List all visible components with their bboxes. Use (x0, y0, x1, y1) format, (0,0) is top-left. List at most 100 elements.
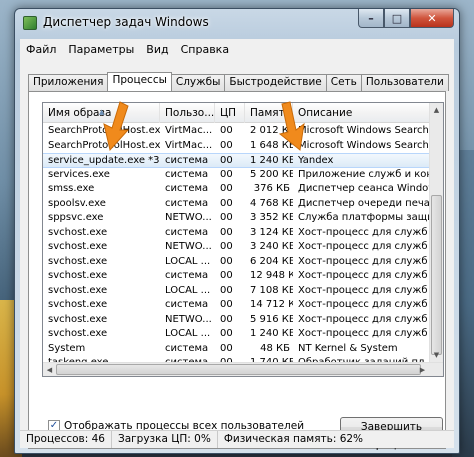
process-user-cell: система (165, 183, 209, 194)
status-process-count: Процессов: 46 (20, 431, 112, 448)
process-description-cell: Yandex (298, 155, 334, 166)
process-description-cell: Хост-процесс для служб W (298, 270, 431, 281)
table-row[interactable]: svchost.exe система 00 14 712 КБ Хост-процес… (43, 298, 431, 313)
process-description-cell: Диспетчер очереди печат (298, 197, 431, 209)
process-name-cell: sppsvc.exe (48, 212, 104, 223)
table-row[interactable]: services.exe система 00 5 200 КБ Приложение … (43, 168, 431, 183)
column-header-description[interactable]: Описание (293, 103, 431, 123)
horizontal-scrollbar[interactable]: ◀ ▶ (43, 362, 443, 376)
menu-file[interactable]: Файл (20, 43, 62, 56)
process-cpu-cell: 00 (220, 183, 233, 194)
table-row[interactable]: service_update.exe *32 система 00 1 240 КБ Y… (43, 153, 429, 168)
table-row[interactable]: smss.exe система 00 376 КБ Диспетчер сеанса … (43, 182, 431, 197)
process-cpu-cell: 00 (220, 212, 233, 223)
process-name-cell: svchost.exe (48, 284, 108, 296)
process-user-cell: LOCAL ... (165, 284, 211, 296)
process-description-cell: Хост-процесс для служб W (298, 241, 431, 252)
process-name-cell: svchost.exe (48, 226, 108, 238)
table-row[interactable]: svchost.exe LOCAL ... 00 1 240 КБ Хост-проце… (43, 327, 431, 342)
process-memory-cell: 3 240 КБ (250, 241, 293, 252)
close-button[interactable]: ✕ (410, 9, 454, 28)
process-cpu-cell: 00 (220, 241, 233, 252)
maximize-button[interactable]: □ (384, 9, 410, 28)
status-physical-memory: Физическая память: 62% (223, 433, 364, 445)
table-row[interactable]: svchost.exe NETWO... 00 5 916 КБ Хост-процес… (43, 313, 431, 328)
tab-users[interactable]: Пользователи (360, 74, 449, 91)
column-header-user[interactable]: Пользо... (160, 103, 215, 123)
process-memory-cell: 7 108 КБ (250, 284, 293, 296)
process-user-cell: система (165, 270, 209, 281)
process-user-cell: система (165, 168, 209, 180)
tab-processes[interactable]: Процессы (107, 72, 172, 91)
title-bar[interactable]: Диспетчер задач Windows – □ ✕ (15, 9, 459, 37)
table-row[interactable]: sppsvc.exe NETWO... 00 3 352 КБ Служба платф… (43, 211, 431, 226)
process-memory-cell: 6 204 КБ (250, 255, 293, 267)
process-memory-cell: 48 КБ (260, 342, 290, 354)
table-row[interactable]: svchost.exe система 00 12 948 КБ Хост-процес… (43, 269, 431, 284)
process-cpu-cell: 00 (220, 299, 233, 310)
process-memory-cell: 4 768 КБ (250, 197, 293, 209)
table-row[interactable]: System система 00 48 КБ NT Kernel & System (43, 342, 429, 357)
process-user-cell: LOCAL ... (165, 255, 211, 267)
process-user-cell: система (165, 299, 209, 310)
table-row[interactable]: svchost.exe NETWO... 00 3 240 КБ Хост-процес… (43, 240, 431, 255)
process-user-cell: NETWO... (165, 212, 212, 223)
process-name-cell: svchost.exe (48, 313, 108, 325)
process-name-cell: spoolsv.exe (48, 197, 106, 209)
process-memory-cell: 5 916 КБ (250, 313, 293, 325)
scroll-left-icon[interactable]: ◀ (43, 363, 56, 376)
window-controls: – □ ✕ (358, 9, 454, 28)
tab-performance[interactable]: Быстродействие (224, 74, 327, 91)
process-user-cell: система (165, 197, 209, 209)
process-name-cell: services.exe (48, 168, 110, 180)
process-name-cell: service_update.exe *32 (48, 155, 160, 166)
window-title: Диспетчер задач Windows (43, 15, 209, 29)
process-memory-cell: 14 712 КБ (250, 299, 293, 310)
tab-applications[interactable]: Приложения (28, 74, 109, 91)
menu-options[interactable]: Параметры (62, 43, 140, 56)
process-description-cell: Хост-процесс для служб W (298, 328, 431, 339)
status-cpu-usage: Загрузка ЦП: 0% (112, 431, 218, 448)
process-memory-cell: 3 124 КБ (250, 226, 293, 238)
process-cpu-cell: 00 (220, 168, 233, 180)
column-header-cpu[interactable]: ЦП (215, 103, 245, 123)
vertical-scroll-thumb[interactable] (431, 195, 442, 355)
process-cpu-cell: 00 (220, 255, 233, 267)
process-rows: SearchProtocolHost.exe VirtMac... 00 2 012 … (43, 124, 431, 371)
process-cpu-cell: 00 (220, 139, 233, 151)
process-cpu-cell: 00 (220, 270, 233, 281)
scroll-right-icon[interactable]: ▶ (416, 363, 429, 376)
annotation-arrow-right-icon (278, 101, 305, 151)
process-description-cell: Microsoft Windows Search P (298, 139, 431, 151)
table-row[interactable]: svchost.exe LOCAL ... 00 6 204 КБ Хост-проце… (43, 255, 431, 270)
table-row[interactable]: svchost.exe LOCAL ... 00 7 108 КБ Хост-проце… (43, 284, 431, 299)
process-cpu-cell: 00 (220, 197, 233, 209)
process-cpu-cell: 00 (220, 313, 233, 325)
minimize-button[interactable]: – (358, 9, 384, 28)
process-name-cell: svchost.exe (48, 255, 108, 267)
scroll-down-icon[interactable]: ▼ (430, 348, 443, 362)
process-name-cell: svchost.exe (48, 299, 108, 310)
scroll-up-icon[interactable]: ▲ (430, 103, 443, 117)
tab-networking[interactable]: Сеть (325, 74, 362, 91)
process-description-cell: NT Kernel & System (298, 342, 398, 354)
process-description-cell: Приложение служб и контр (298, 168, 431, 180)
vertical-scrollbar[interactable]: ▲ ▼ (429, 103, 443, 362)
process-name-cell: svchost.exe (48, 270, 108, 281)
process-memory-cell: 1 240 КБ (250, 155, 293, 166)
horizontal-scroll-thumb[interactable] (56, 364, 421, 375)
menu-help[interactable]: Справка (175, 43, 235, 56)
status-bar: Процессов: 46 Загрузка ЦП: 0% Физическая… (20, 430, 454, 448)
process-description-cell: Хост-процесс для служб W (298, 226, 431, 238)
process-cpu-cell: 00 (220, 125, 233, 136)
process-cpu-cell: 00 (220, 284, 233, 296)
process-cpu-cell: 00 (220, 226, 233, 238)
process-user-cell: система (165, 342, 209, 354)
table-row[interactable]: spoolsv.exe система 00 4 768 КБ Диспетчер оч… (43, 197, 431, 212)
process-memory-cell: 3 352 КБ (250, 212, 293, 223)
menu-view[interactable]: Вид (140, 43, 174, 56)
table-row[interactable]: svchost.exe система 00 3 124 КБ Хост-процесс… (43, 226, 431, 241)
process-user-cell: VirtMac... (165, 139, 213, 151)
tab-services[interactable]: Службы (170, 74, 226, 91)
task-manager-window: Диспетчер задач Windows – □ ✕ Файл Парам… (14, 8, 460, 454)
